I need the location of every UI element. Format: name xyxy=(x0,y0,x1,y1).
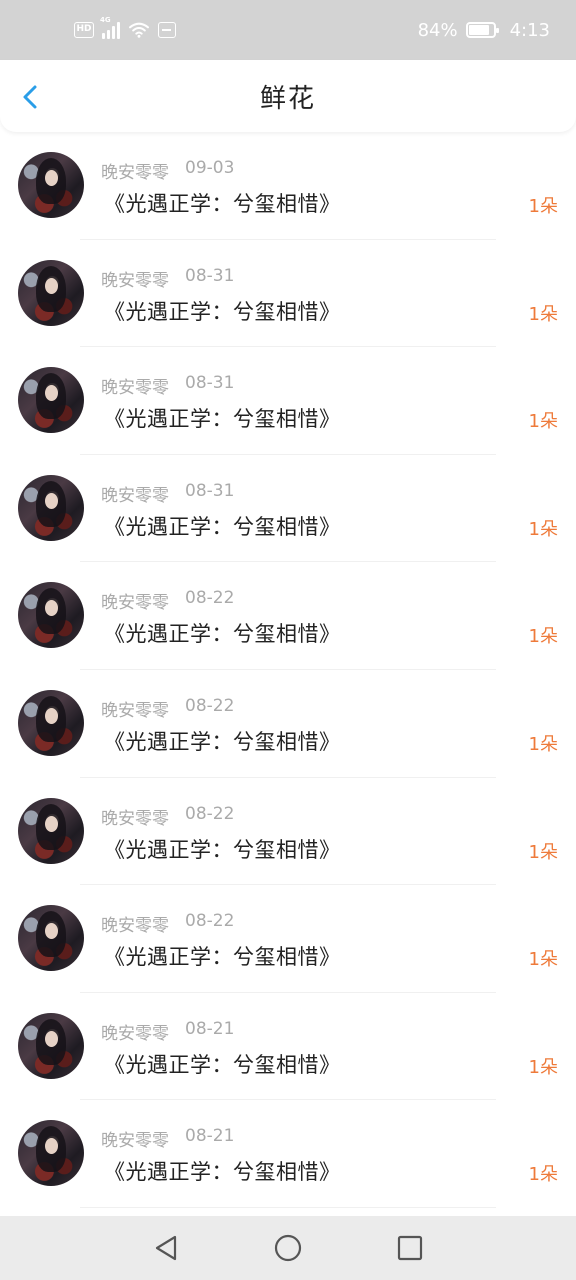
flower-count: 1朵 xyxy=(528,196,558,217)
screen: HD 4G 84% 4:13 鲜花 晚安零零 09-03 《光遇正学：兮玺相惜》… xyxy=(0,0,576,1280)
avatar[interactable] xyxy=(18,1120,84,1187)
book-title[interactable]: 《光遇正学：兮玺相惜》 xyxy=(104,618,341,648)
avatar[interactable] xyxy=(18,689,84,756)
list-item[interactable]: 晚安零零 08-22 《光遇正学：兮玺相惜》 1朵 xyxy=(0,562,576,670)
list-item[interactable]: 晚安零零 08-21 《光遇正学：兮玺相惜》 1朵 xyxy=(0,993,576,1101)
book-title[interactable]: 《光遇正学：兮玺相惜》 xyxy=(104,1049,341,1079)
book-title[interactable]: 《光遇正学：兮玺相惜》 xyxy=(104,403,341,433)
system-nav-bar xyxy=(0,1216,576,1280)
avatar[interactable] xyxy=(18,582,84,649)
flower-count: 1朵 xyxy=(528,1164,558,1186)
wifi-icon xyxy=(129,22,149,38)
user-name[interactable]: 晚安零零 xyxy=(101,588,169,613)
avatar[interactable] xyxy=(18,474,84,541)
user-name[interactable]: 晚安零零 xyxy=(101,481,169,506)
nav-recents-button[interactable] xyxy=(390,1228,430,1268)
book-title[interactable]: 《光遇正学：兮玺相惜》 xyxy=(104,834,341,864)
flower-count: 1朵 xyxy=(528,303,558,325)
item-meta: 晚安零零 08-22 xyxy=(101,804,234,829)
avatar[interactable] xyxy=(18,152,84,218)
item-meta: 晚安零零 09-03 xyxy=(101,158,234,183)
item-date: 08-21 xyxy=(185,1126,235,1147)
item-meta: 晚安零零 08-21 xyxy=(101,1019,234,1044)
avatar[interactable] xyxy=(18,367,84,434)
flower-count: 1朵 xyxy=(528,841,558,863)
user-name[interactable]: 晚安零零 xyxy=(101,1019,169,1044)
item-date: 08-21 xyxy=(185,1018,235,1039)
recents-square-icon xyxy=(397,1235,423,1261)
book-title[interactable]: 《光遇正学：兮玺相惜》 xyxy=(104,511,341,541)
user-name[interactable]: 晚安零零 xyxy=(101,373,169,398)
page-title: 鲜花 xyxy=(259,83,316,114)
flower-count: 1朵 xyxy=(528,949,558,971)
item-date: 09-03 xyxy=(185,158,235,178)
app-header: 鲜花 xyxy=(0,60,576,132)
status-right: 84% 4:13 xyxy=(418,20,550,41)
status-left: HD 4G xyxy=(74,16,176,39)
item-meta: 晚安零零 08-22 xyxy=(101,696,234,721)
status-bar: HD 4G 84% 4:13 xyxy=(0,0,576,60)
network-label: 4G xyxy=(100,16,111,24)
item-date: 08-22 xyxy=(185,803,235,824)
user-name[interactable]: 晚安零零 xyxy=(101,1126,169,1151)
user-name[interactable]: 晚安零零 xyxy=(101,266,169,291)
item-meta: 晚安零零 08-22 xyxy=(101,588,234,613)
chevron-left-icon xyxy=(23,85,37,109)
item-meta: 晚安零零 08-22 xyxy=(101,911,234,936)
book-title[interactable]: 《光遇正学：兮玺相惜》 xyxy=(104,296,341,326)
list-item[interactable]: 晚安零零 08-22 《光遇正学：兮玺相惜》 1朵 xyxy=(0,885,576,993)
hd-icon: HD xyxy=(74,22,94,38)
message-icon xyxy=(158,22,176,38)
book-title[interactable]: 《光遇正学：兮玺相惜》 xyxy=(104,941,341,971)
list-item[interactable]: 晚安零零 08-31 《光遇正学：兮玺相惜》 1朵 xyxy=(0,347,576,455)
list-item[interactable]: 晚安零零 08-31 《光遇正学：兮玺相惜》 1朵 xyxy=(0,240,576,348)
item-date: 08-22 xyxy=(185,695,235,716)
nav-home-button[interactable] xyxy=(268,1228,308,1268)
flower-count: 1朵 xyxy=(528,518,558,540)
book-title[interactable]: 《光遇正学：兮玺相惜》 xyxy=(104,1156,341,1186)
flower-count: 1朵 xyxy=(528,1056,558,1078)
divider xyxy=(80,1206,496,1208)
list-item[interactable]: 晚安零零 08-21 《光遇正学：兮玺相惜》 1朵 xyxy=(0,1100,576,1208)
avatar[interactable] xyxy=(18,905,84,972)
user-name[interactable]: 晚安零零 xyxy=(101,158,169,183)
item-meta: 晚安零零 08-31 xyxy=(101,266,234,291)
user-name[interactable]: 晚安零零 xyxy=(101,911,169,936)
item-date: 08-31 xyxy=(185,480,235,501)
clock: 4:13 xyxy=(509,19,550,41)
item-date: 08-31 xyxy=(185,265,235,286)
flower-count: 1朵 xyxy=(528,733,558,755)
avatar[interactable] xyxy=(18,797,84,864)
book-title[interactable]: 《光遇正学：兮玺相惜》 xyxy=(104,188,341,218)
item-date: 08-22 xyxy=(185,911,235,932)
item-meta: 晚安零零 08-21 xyxy=(101,1126,234,1151)
nav-back-button[interactable] xyxy=(146,1228,186,1268)
item-date: 08-22 xyxy=(185,588,235,609)
battery-percent: 84% xyxy=(417,19,458,41)
signal-icon: 4G xyxy=(100,16,120,39)
battery-icon xyxy=(465,22,499,38)
user-name[interactable]: 晚安零零 xyxy=(101,696,169,721)
user-name[interactable]: 晚安零零 xyxy=(101,804,169,829)
item-date: 08-31 xyxy=(185,373,235,394)
home-circle-icon xyxy=(274,1234,302,1262)
back-triangle-icon xyxy=(155,1235,177,1261)
flower-count: 1朵 xyxy=(528,411,558,433)
item-meta: 晚安零零 08-31 xyxy=(101,481,234,506)
list-item[interactable]: 晚安零零 08-31 《光遇正学：兮玺相惜》 1朵 xyxy=(0,455,576,563)
flower-count: 1朵 xyxy=(528,626,558,648)
book-title[interactable]: 《光遇正学：兮玺相惜》 xyxy=(104,726,341,756)
avatar[interactable] xyxy=(18,1012,84,1079)
battery-level-fill xyxy=(468,25,489,35)
back-button[interactable] xyxy=(14,80,48,114)
list-item[interactable]: 晚安零零 08-22 《光遇正学：兮玺相惜》 1朵 xyxy=(0,670,576,778)
item-meta: 晚安零零 08-31 xyxy=(101,373,234,398)
list-item[interactable]: 晚安零零 08-22 《光遇正学：兮玺相惜》 1朵 xyxy=(0,778,576,886)
avatar[interactable] xyxy=(18,259,84,326)
flower-list: 晚安零零 09-03 《光遇正学：兮玺相惜》 1朵 晚安零零 08-31 《光遇正学：兮玺相… xyxy=(0,132,576,1208)
list-item[interactable]: 晚安零零 09-03 《光遇正学：兮玺相惜》 1朵 xyxy=(0,132,576,240)
